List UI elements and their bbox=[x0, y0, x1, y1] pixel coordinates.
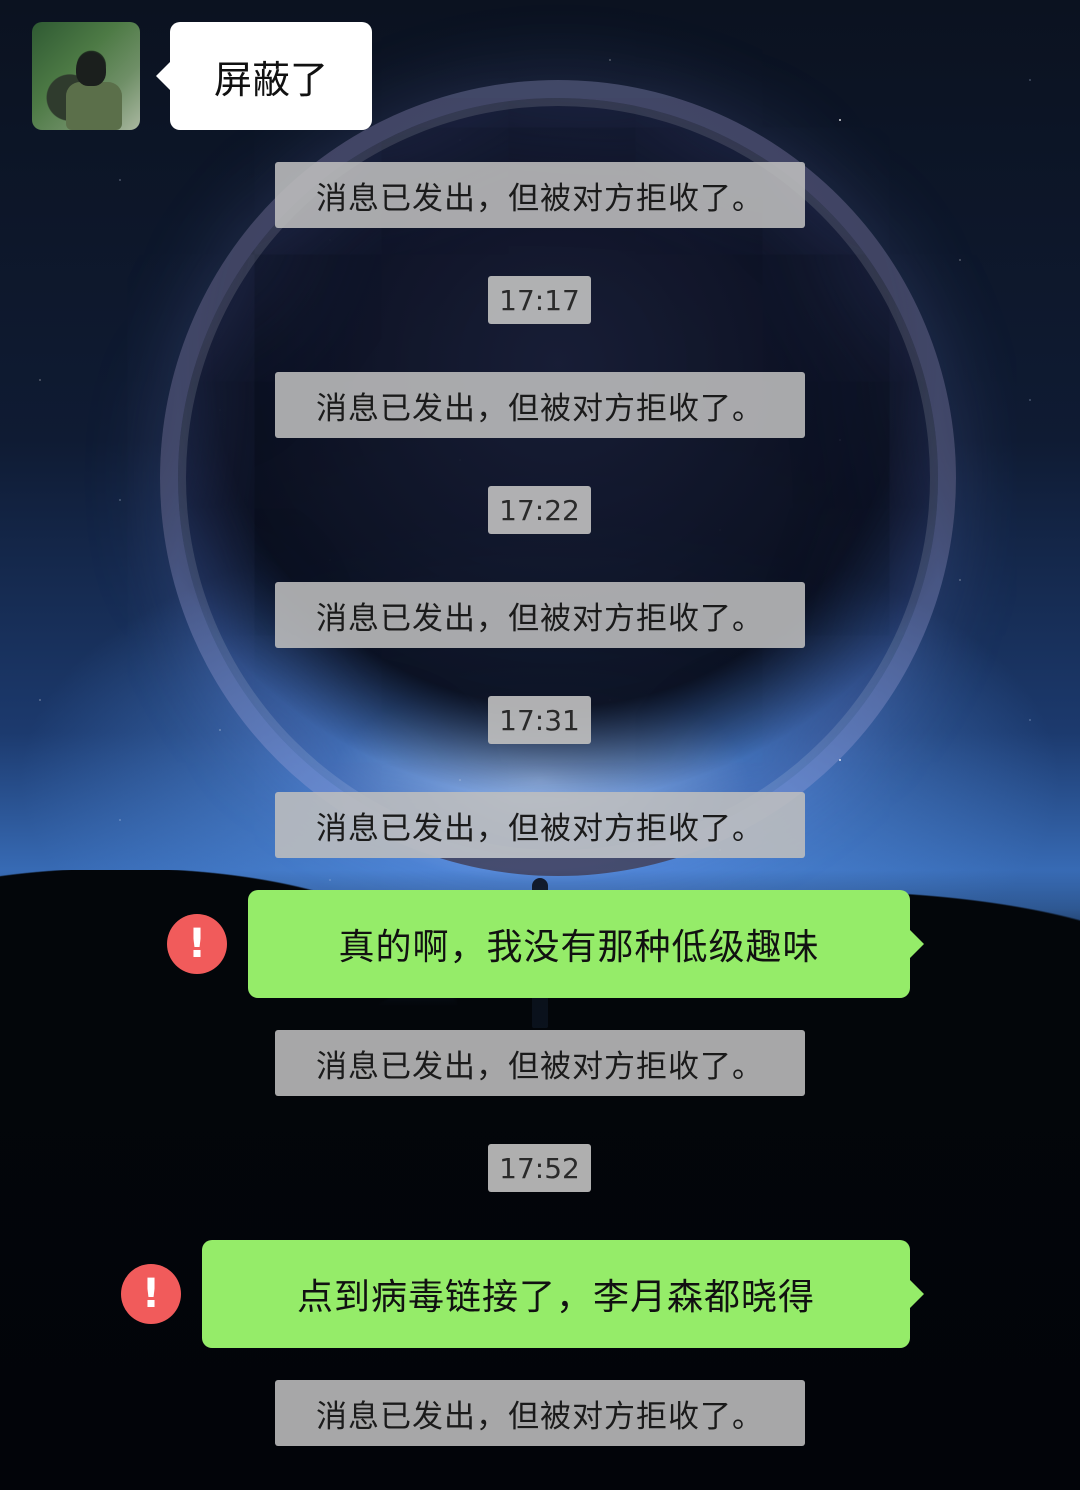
rejected-notice-text: 消息已发出，但被对方拒收了。 bbox=[316, 1398, 764, 1435]
rejected-notice: 消息已发出，但被对方拒收了。 bbox=[275, 792, 805, 858]
bubble-tail bbox=[156, 62, 170, 90]
avatar-body bbox=[66, 82, 122, 130]
rejected-notice: 消息已发出，但被对方拒收了。 bbox=[275, 582, 805, 648]
bubble-tail bbox=[910, 1280, 924, 1308]
rejected-notice-text: 消息已发出，但被对方拒收了。 bbox=[316, 180, 764, 217]
timestamp: 17:22 bbox=[488, 486, 591, 534]
exclamation-circle-icon[interactable]: ! bbox=[167, 914, 227, 974]
timestamp-text: 17:52 bbox=[499, 1151, 580, 1185]
error-symbol: ! bbox=[187, 921, 207, 967]
timestamp-text: 17:22 bbox=[499, 493, 580, 527]
incoming-message-text: 屏蔽了 bbox=[213, 57, 328, 102]
rejected-notice-text: 消息已发出，但被对方拒收了。 bbox=[316, 600, 764, 637]
avatar-head bbox=[76, 52, 106, 86]
outgoing-message-bubble[interactable]: 点到病毒链接了，李月森都晓得 bbox=[202, 1240, 924, 1348]
error-symbol: ! bbox=[141, 1271, 161, 1317]
rejected-notice-text: 消息已发出，但被对方拒收了。 bbox=[316, 810, 764, 847]
exclamation-circle-icon[interactable]: ! bbox=[121, 1264, 181, 1324]
incoming-message-bubble[interactable]: 屏蔽了 bbox=[156, 22, 372, 130]
rejected-notice-text: 消息已发出，但被对方拒收了。 bbox=[316, 390, 764, 427]
timestamp: 17:17 bbox=[488, 276, 591, 324]
outgoing-message-text: 点到病毒链接了，李月森都晓得 bbox=[296, 1277, 815, 1318]
timestamp: 17:52 bbox=[488, 1144, 591, 1192]
timestamp: 17:31 bbox=[488, 696, 591, 744]
outgoing-message-bubble[interactable]: 真的啊，我没有那种低级趣味 bbox=[248, 890, 924, 998]
contact-avatar[interactable] bbox=[32, 22, 140, 130]
rejected-notice-text: 消息已发出，但被对方拒收了。 bbox=[316, 1048, 764, 1085]
timestamp-text: 17:17 bbox=[499, 283, 580, 317]
bubble-tail bbox=[910, 930, 924, 958]
timestamp-text: 17:31 bbox=[499, 703, 580, 737]
outgoing-message-text: 真的啊，我没有那种低级趣味 bbox=[338, 927, 820, 968]
rejected-notice: 消息已发出，但被对方拒收了。 bbox=[275, 372, 805, 438]
rejected-notice: 消息已发出，但被对方拒收了。 bbox=[275, 1030, 805, 1096]
rejected-notice: 消息已发出，但被对方拒收了。 bbox=[275, 162, 805, 228]
rejected-notice: 消息已发出，但被对方拒收了。 bbox=[275, 1380, 805, 1446]
chat-area[interactable]: 屏蔽了 消息已发出，但被对方拒收了。 17:17 消息已发出，但被对方拒收了。 … bbox=[0, 0, 1080, 1466]
